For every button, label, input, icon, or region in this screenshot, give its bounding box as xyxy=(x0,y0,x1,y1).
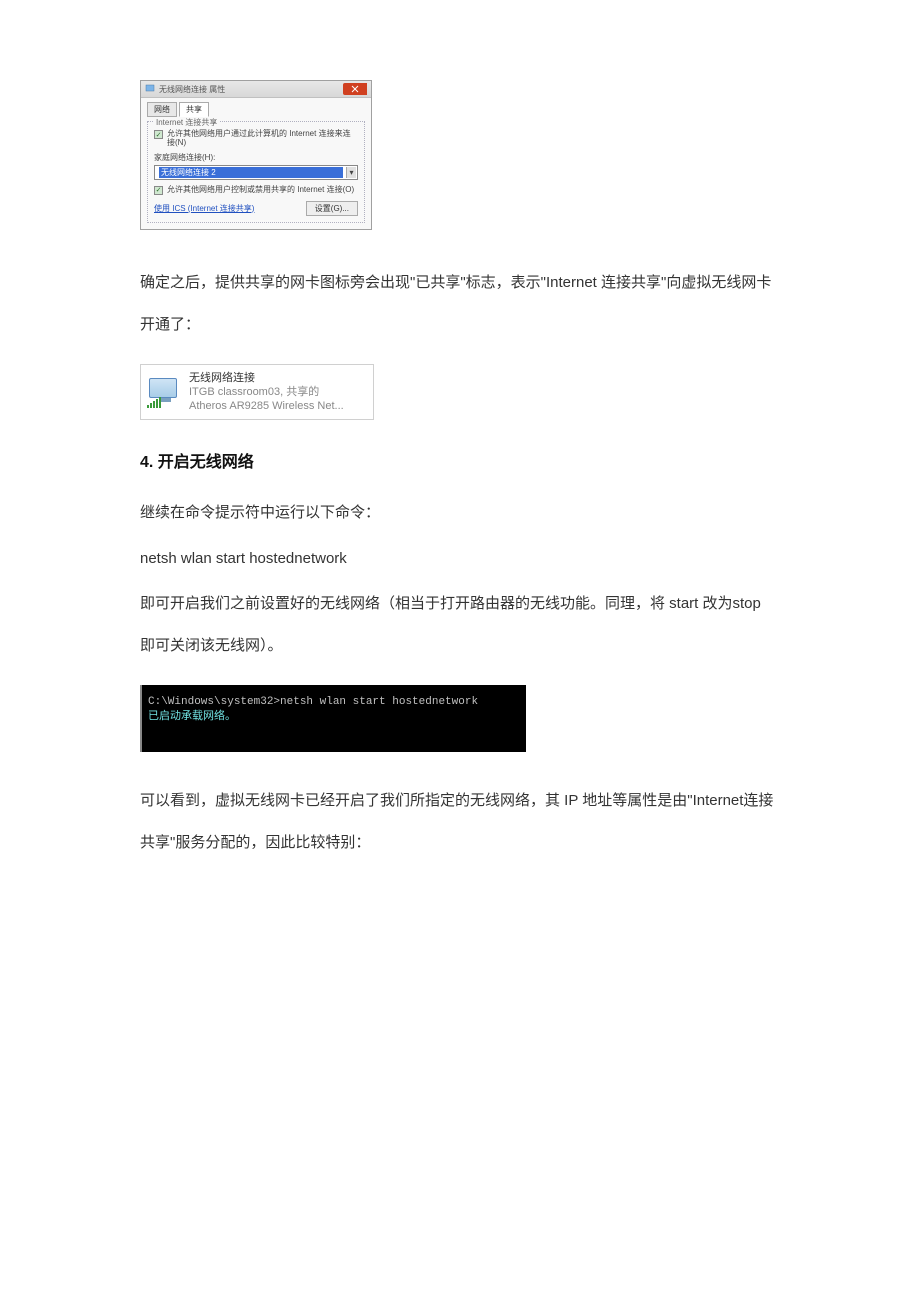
paragraph-3: 即可开启我们之前设置好的无线网络（相当于打开路由器的无线功能。同理，将 star… xyxy=(140,583,780,667)
checkbox-allow-control[interactable]: ✓ xyxy=(154,186,163,195)
dialog-body: 网络 共享 Internet 连接共享 ✓ 允许其他网络用户通过此计算机的 In… xyxy=(141,98,371,229)
network-adapter-icon xyxy=(149,378,183,406)
checkbox-allow-control-label: 允许其他网络用户控制或禁用共享的 Internet 连接(O) xyxy=(167,186,354,195)
dialog-icon xyxy=(145,84,155,94)
tabs: 网络 共享 xyxy=(147,102,365,117)
section-heading-4: 4. 开启无线网络 xyxy=(140,448,780,472)
tab-network[interactable]: 网络 xyxy=(147,102,177,117)
dialog-titlebar: 无线网络连接 属性 xyxy=(141,81,371,98)
home-connection-label: 家庭网络连接(H): xyxy=(154,152,358,163)
network-adapter-text: 无线网络连接 ITGB classroom03, 共享的 Atheros AR9… xyxy=(189,371,344,414)
ics-link[interactable]: 使用 ICS (Internet 连接共享) xyxy=(154,203,254,214)
paragraph-1: 确定之后，提供共享的网卡图标旁会出现"已共享"标志，表示"Internet 连接… xyxy=(140,262,780,346)
checkbox-allow-connect-label: 允许其他网络用户通过此计算机的 Internet 连接来连接(N) xyxy=(167,130,358,148)
command-text: netsh wlan start hostednetwork xyxy=(140,550,780,567)
allow-connect-row: ✓ 允许其他网络用户通过此计算机的 Internet 连接来连接(N) xyxy=(154,130,358,148)
paragraph-2: 继续在命令提示符中运行以下命令： xyxy=(140,492,780,534)
chevron-down-icon: ▾ xyxy=(346,167,356,178)
signal-bars-icon xyxy=(147,397,161,408)
dropdown-value: 无线网络连接 2 xyxy=(159,167,343,178)
home-connection-dropdown[interactable]: 无线网络连接 2 ▾ xyxy=(154,165,358,180)
dialog-title: 无线网络连接 属性 xyxy=(159,84,343,95)
console-line-2: 已启动承载网络。 xyxy=(148,710,518,724)
adapter-status: ITGB classroom03, 共享的 xyxy=(189,385,344,399)
ics-footer-row: 使用 ICS (Internet 连接共享) 设置(G)... xyxy=(154,199,358,216)
groupbox-title: Internet 连接共享 xyxy=(154,117,219,128)
checkbox-allow-connect[interactable]: ✓ xyxy=(154,130,163,139)
settings-button[interactable]: 设置(G)... xyxy=(306,201,358,216)
console-line-1: C:\Windows\system32>netsh wlan start hos… xyxy=(148,695,518,709)
ics-groupbox: Internet 连接共享 ✓ 允许其他网络用户通过此计算机的 Internet… xyxy=(147,121,365,223)
paragraph-4: 可以看到，虚拟无线网卡已经开启了我们所指定的无线网络，其 IP 地址等属性是由"… xyxy=(140,780,780,864)
adapter-device: Atheros AR9285 Wireless Net... xyxy=(189,399,344,413)
properties-dialog: 无线网络连接 属性 网络 共享 Internet 连接共享 ✓ 允许其他网络用户… xyxy=(140,80,372,230)
allow-control-row: ✓ 允许其他网络用户控制或禁用共享的 Internet 连接(O) xyxy=(154,186,358,195)
close-icon[interactable] xyxy=(343,83,367,95)
tab-sharing[interactable]: 共享 xyxy=(179,102,209,117)
adapter-name: 无线网络连接 xyxy=(189,371,344,385)
network-adapter-panel: 无线网络连接 ITGB classroom03, 共享的 Atheros AR9… xyxy=(140,364,374,421)
console-output: C:\Windows\system32>netsh wlan start hos… xyxy=(140,685,526,752)
